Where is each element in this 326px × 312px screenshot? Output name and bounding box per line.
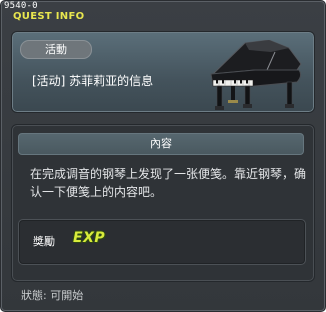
quest-info-window: 9540-0 QUEST INFO 活動 [活动] 苏菲莉亚的信息 內容 在完成… — [0, 0, 326, 312]
window-title: QUEST INFO — [13, 11, 85, 22]
content-header: 內容 — [18, 133, 304, 155]
exp-reward-icon: EXP — [73, 230, 106, 246]
quest-name: [活动] 苏菲莉亚的信息 — [32, 74, 154, 88]
category-badge: 活動 — [20, 40, 92, 59]
quest-code: 9540-0 — [4, 1, 38, 11]
reward-box: 獎勵 EXP — [18, 219, 306, 265]
quest-content-panel: 內容 在完成调音的钢琴上发现了一张便笺。靠近钢琴，确认一下便笺上的内容吧。 獎勵… — [11, 124, 315, 282]
reward-label: 獎勵 — [33, 235, 55, 248]
quest-status: 狀態: 可開始 — [21, 289, 84, 302]
quest-summary-panel: 活動 [活动] 苏菲莉亚的信息 — [11, 31, 315, 113]
quest-description: 在完成调音的钢琴上发现了一张便笺。靠近钢琴，确认一下便笺上的内容吧。 — [30, 167, 307, 199]
grand-piano-icon — [210, 40, 302, 110]
